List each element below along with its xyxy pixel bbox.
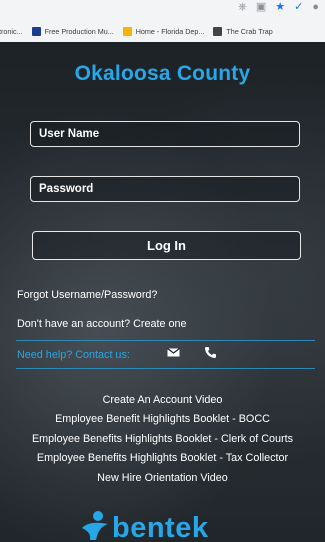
- extension-icon[interactable]: ✓: [294, 1, 303, 13]
- resource-link[interactable]: Create An Account Video: [0, 391, 325, 410]
- florida-dept-icon: [122, 26, 132, 36]
- divider: [16, 340, 315, 341]
- help-label: Need help? Contact us:: [17, 349, 130, 361]
- bookmarks-bar: tronic... Free Production Mu... Home - F…: [0, 22, 325, 40]
- create-account-link[interactable]: Don't have an account? Create one: [17, 318, 187, 330]
- bookmark-item[interactable]: tronic...: [0, 27, 23, 36]
- resource-link[interactable]: Employee Benefits Highlights Booklet - C…: [0, 430, 325, 449]
- bentek-logo-text: bentek: [112, 512, 209, 542]
- phone-icon[interactable]: [204, 346, 217, 364]
- bookmark-label: The Crab Trap: [226, 26, 273, 36]
- browser-toolbar-icons: ⎈ ▣ ★ ✓ ●: [238, 0, 319, 14]
- resource-link[interactable]: New Hire Orientation Video: [0, 469, 325, 488]
- bookmark-item[interactable]: Free Production Mu...: [31, 26, 114, 36]
- username-field[interactable]: [30, 121, 300, 147]
- bookmark-label: tronic...: [0, 26, 23, 36]
- share-icon[interactable]: ⎈: [238, 1, 247, 13]
- bookmark-star-icon[interactable]: ★: [275, 1, 285, 13]
- envelope-icon[interactable]: [167, 346, 180, 364]
- bentek-logo: bentek: [78, 508, 278, 542]
- bentek-logo-mark: [82, 511, 108, 540]
- crab-trap-icon: [213, 26, 223, 36]
- resource-link[interactable]: Employee Benefit Highlights Booklet - BO…: [0, 410, 325, 429]
- page: ⎈ ▣ ★ ✓ ● tronic... Free Production Mu..…: [0, 0, 325, 542]
- browser-chrome: ⎈ ▣ ★ ✓ ● tronic... Free Production Mu..…: [0, 0, 325, 42]
- bookmark-item[interactable]: Home - Florida Dep...: [122, 26, 205, 36]
- login-button[interactable]: Log In: [32, 231, 301, 260]
- production-music-icon: [31, 26, 41, 36]
- bookmark-label: Free Production Mu...: [44, 26, 114, 36]
- resource-link[interactable]: Employee Benefits Highlights Booklet - T…: [0, 449, 325, 468]
- profile-icon[interactable]: ●: [312, 1, 319, 13]
- resource-links: Create An Account Video Employee Benefit…: [0, 391, 325, 488]
- open-in-app-icon[interactable]: ▣: [256, 1, 266, 13]
- divider: [16, 368, 315, 369]
- bookmark-item[interactable]: The Crab Trap: [213, 26, 273, 36]
- forgot-password-link[interactable]: Forgot Username/Password?: [17, 289, 157, 301]
- bookmark-label: Home - Florida Dep...: [135, 26, 205, 36]
- page-title: Okaloosa County: [74, 62, 251, 85]
- password-field[interactable]: [30, 176, 300, 202]
